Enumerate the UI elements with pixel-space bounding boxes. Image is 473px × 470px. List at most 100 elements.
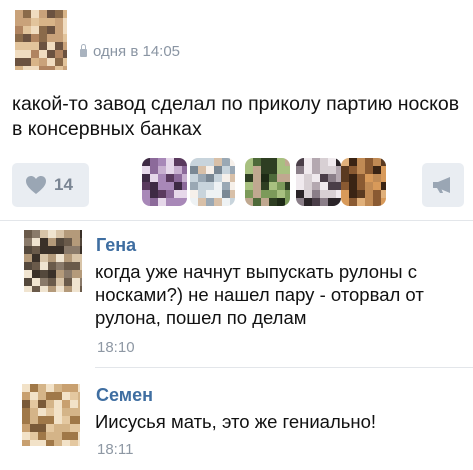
- avatar-pixel: [46, 408, 54, 416]
- avatar-pixel: [357, 174, 365, 182]
- avatar-pixel: [48, 286, 56, 292]
- avatar-pixel: [24, 230, 32, 238]
- avatar-pixel: [54, 432, 62, 440]
- avatar-pixel: [320, 182, 328, 190]
- comment-author-name[interactable]: Семен: [96, 385, 153, 406]
- avatar-pixel: [39, 26, 47, 34]
- avatar-pixel: [206, 158, 214, 166]
- avatar-pixel: [31, 50, 39, 58]
- avatar-pixel: [269, 158, 277, 166]
- avatar-pixel: [304, 174, 312, 182]
- post-author-avatar[interactable]: [15, 10, 67, 70]
- avatar-pixel: [373, 158, 381, 166]
- comment-author-name[interactable]: Гена: [96, 235, 136, 256]
- avatar-pixel: [245, 174, 253, 182]
- avatar-pixel: [182, 158, 187, 166]
- avatar-pixel: [46, 384, 54, 392]
- avatar-pixel: [23, 10, 31, 18]
- avatar-pixel: [142, 158, 150, 166]
- avatar-pixel: [64, 254, 72, 262]
- avatar-pixel: [40, 246, 48, 254]
- avatar-pixel: [63, 18, 67, 26]
- avatar-pixel: [23, 26, 31, 34]
- liker-avatar[interactable]: [190, 158, 235, 206]
- avatar-pixel: [48, 278, 56, 286]
- avatar-pixel: [285, 182, 290, 190]
- avatar-pixel: [39, 10, 47, 18]
- avatar-pixel: [32, 278, 40, 286]
- avatar-pixel: [24, 246, 32, 254]
- avatar-pixel: [341, 198, 349, 206]
- avatar-pixel: [182, 166, 187, 174]
- post-timestamp[interactable]: одня в 14:05: [93, 43, 180, 60]
- avatar-pixel: [206, 166, 214, 174]
- avatar-pixel: [349, 182, 357, 190]
- avatar-pixel: [285, 158, 290, 166]
- avatar-pixel: [261, 174, 269, 182]
- avatar-pixel: [47, 58, 55, 66]
- avatar-pixel: [54, 416, 62, 424]
- comment-author-avatar[interactable]: [22, 384, 80, 446]
- avatar-pixel: [158, 166, 166, 174]
- avatar-pixel: [166, 190, 174, 198]
- avatar-pixel: [63, 50, 67, 58]
- avatar-pixel: [24, 238, 32, 246]
- comment-timestamp[interactable]: 18:10: [97, 339, 135, 356]
- avatar-pixel: [190, 158, 198, 166]
- liker-avatar[interactable]: [341, 158, 386, 206]
- avatar-pixel: [56, 238, 64, 246]
- avatar-pixel: [39, 34, 47, 42]
- avatar-pixel: [56, 246, 64, 254]
- avatar-pixel: [312, 174, 320, 182]
- share-button[interactable]: [422, 163, 464, 207]
- avatar-pixel: [56, 278, 64, 286]
- avatar-pixel: [55, 58, 63, 66]
- avatar-pixel: [70, 392, 78, 400]
- avatar-pixel: [245, 198, 253, 206]
- liker-avatar[interactable]: [245, 158, 290, 206]
- avatar-pixel: [198, 166, 206, 174]
- avatar-pixel: [304, 166, 312, 174]
- avatar-pixel: [15, 50, 23, 58]
- avatar-pixel: [349, 158, 357, 166]
- avatar-pixel: [15, 58, 23, 66]
- avatar-pixel: [174, 174, 182, 182]
- like-button[interactable]: 14: [12, 163, 89, 207]
- avatar-pixel: [23, 50, 31, 58]
- avatar-pixel: [381, 174, 386, 182]
- avatar-pixel: [38, 384, 46, 392]
- avatar-pixel: [78, 408, 80, 416]
- avatar-pixel: [373, 166, 381, 174]
- avatar-pixel: [22, 392, 30, 400]
- avatar-pixel: [32, 238, 40, 246]
- avatar-pixel: [373, 198, 381, 206]
- avatar-pixel: [245, 182, 253, 190]
- avatar-pixel: [31, 26, 39, 34]
- liker-avatar[interactable]: [142, 158, 187, 206]
- avatar-pixel: [277, 174, 285, 182]
- liker-avatar[interactable]: [296, 158, 341, 206]
- avatar-pixel: [31, 34, 39, 42]
- avatar-pixel: [304, 190, 312, 198]
- heart-icon: [26, 176, 46, 194]
- avatar-pixel: [230, 174, 235, 182]
- avatar-pixel: [245, 166, 253, 174]
- avatar-pixel: [30, 400, 38, 408]
- avatar-pixel: [312, 198, 320, 206]
- post-meta: одня в 14:05: [80, 43, 180, 60]
- avatar-pixel: [158, 174, 166, 182]
- comment-timestamp[interactable]: 18:11: [97, 441, 133, 458]
- comment-divider: [95, 367, 473, 368]
- avatar-pixel: [15, 66, 23, 70]
- avatar-pixel: [245, 158, 253, 166]
- avatar-pixel: [166, 166, 174, 174]
- avatar-pixel: [55, 10, 63, 18]
- avatar-pixel: [174, 190, 182, 198]
- avatar-pixel: [80, 262, 82, 270]
- comment-author-avatar[interactable]: [24, 230, 82, 292]
- avatar-pixel: [54, 424, 62, 432]
- avatar-pixel: [277, 158, 285, 166]
- avatar-pixel: [48, 262, 56, 270]
- avatar-pixel: [373, 190, 381, 198]
- avatar-pixel: [72, 230, 80, 238]
